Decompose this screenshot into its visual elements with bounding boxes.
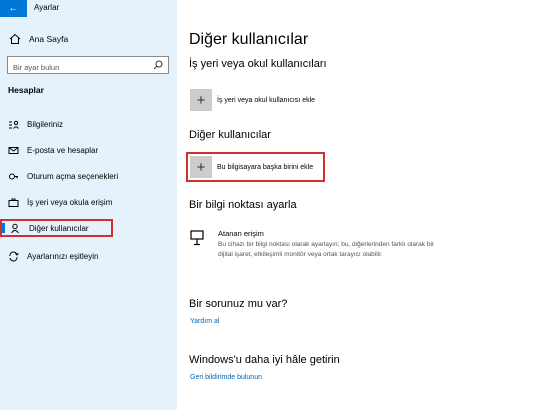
help-link[interactable]: Yardım al bbox=[190, 318, 219, 325]
add-work-user-button[interactable]: + İş yeri veya okul kullanıcısı ekle bbox=[190, 89, 315, 111]
assigned-access-description: Bu cihazı bir bilgi noktası olarak ayarl… bbox=[218, 241, 435, 258]
section-heading-accounts: Hesaplar bbox=[8, 85, 44, 95]
add-other-user-label: Bu bilgisayara başka birini ekle bbox=[217, 163, 314, 171]
question-heading: Bir sorunuz mu var? bbox=[189, 298, 288, 310]
add-work-user-label: İş yeri veya okul kullanıcısı ekle bbox=[217, 96, 316, 104]
home-label: Ana Sayfa bbox=[29, 34, 69, 44]
person-card-icon bbox=[9, 120, 19, 129]
sidebar-item-label: İş yeri veya okula erişim bbox=[27, 197, 113, 207]
kiosk-heading: Bir bilgi noktası ayarla bbox=[189, 199, 297, 211]
plus-icon: + bbox=[190, 156, 212, 178]
search-box[interactable] bbox=[7, 56, 169, 76]
key-icon bbox=[9, 173, 18, 179]
sidebar-item-other-users[interactable]: Diğer kullanıcılar bbox=[0, 219, 113, 237]
sidebar-item-sign-in-options[interactable]: Oturum açma seçenekleri bbox=[0, 167, 177, 185]
add-other-user-button[interactable]: + Bu bilgisayara başka birini ekle bbox=[186, 152, 326, 182]
monitor-icon bbox=[190, 230, 204, 246]
sidebar-item-label: E-posta ve hesaplar bbox=[27, 145, 99, 155]
main-content: Diğer kullanıcılar İş yeri veya okul kul… bbox=[177, 0, 535, 410]
back-button[interactable]: ← bbox=[0, 0, 27, 17]
sidebar: ← Ayarlar Ana Sayfa Hesaplar Bilgilerini… bbox=[0, 0, 177, 410]
app-title: Ayarlar bbox=[34, 3, 60, 12]
search-icon[interactable] bbox=[153, 60, 163, 70]
sidebar-item-label: Diğer kullanıcılar bbox=[29, 223, 89, 233]
sidebar-item-label: Ayarlarınızı eşitleyin bbox=[27, 251, 99, 261]
sidebar-item-email[interactable]: E-posta ve hesaplar bbox=[0, 141, 177, 159]
plus-icon: + bbox=[190, 89, 212, 111]
sidebar-item-label: Bilgileriniz bbox=[27, 119, 64, 129]
sync-icon bbox=[9, 251, 19, 261]
person-icon bbox=[11, 223, 19, 233]
other-users-heading: Diğer kullanıcılar bbox=[189, 129, 271, 141]
feedback-link[interactable]: Geri bildirimde bulunun bbox=[190, 374, 262, 381]
improve-heading: Windows'u daha iyi hâle getirin bbox=[189, 354, 340, 366]
work-users-heading: İş yeri veya okul kullanıcıları bbox=[189, 58, 327, 70]
page-title: Diğer kullanıcılar bbox=[189, 31, 309, 48]
search-input[interactable] bbox=[8, 59, 148, 76]
assigned-access-title: Atanan erişim bbox=[218, 229, 264, 238]
sidebar-item-work-access[interactable]: İş yeri veya okula erişim bbox=[0, 193, 177, 211]
briefcase-icon bbox=[8, 198, 19, 207]
home-icon bbox=[9, 33, 21, 44]
sidebar-item-sync-settings[interactable]: Ayarlarınızı eşitleyin bbox=[0, 247, 177, 265]
sidebar-item-your-info[interactable]: Bilgileriniz bbox=[0, 115, 177, 133]
sidebar-item-label: Oturum açma seçenekleri bbox=[27, 171, 119, 181]
home-link[interactable]: Ana Sayfa bbox=[9, 33, 68, 45]
mail-icon bbox=[8, 146, 19, 154]
title-bar: ← Ayarlar bbox=[0, 0, 177, 17]
